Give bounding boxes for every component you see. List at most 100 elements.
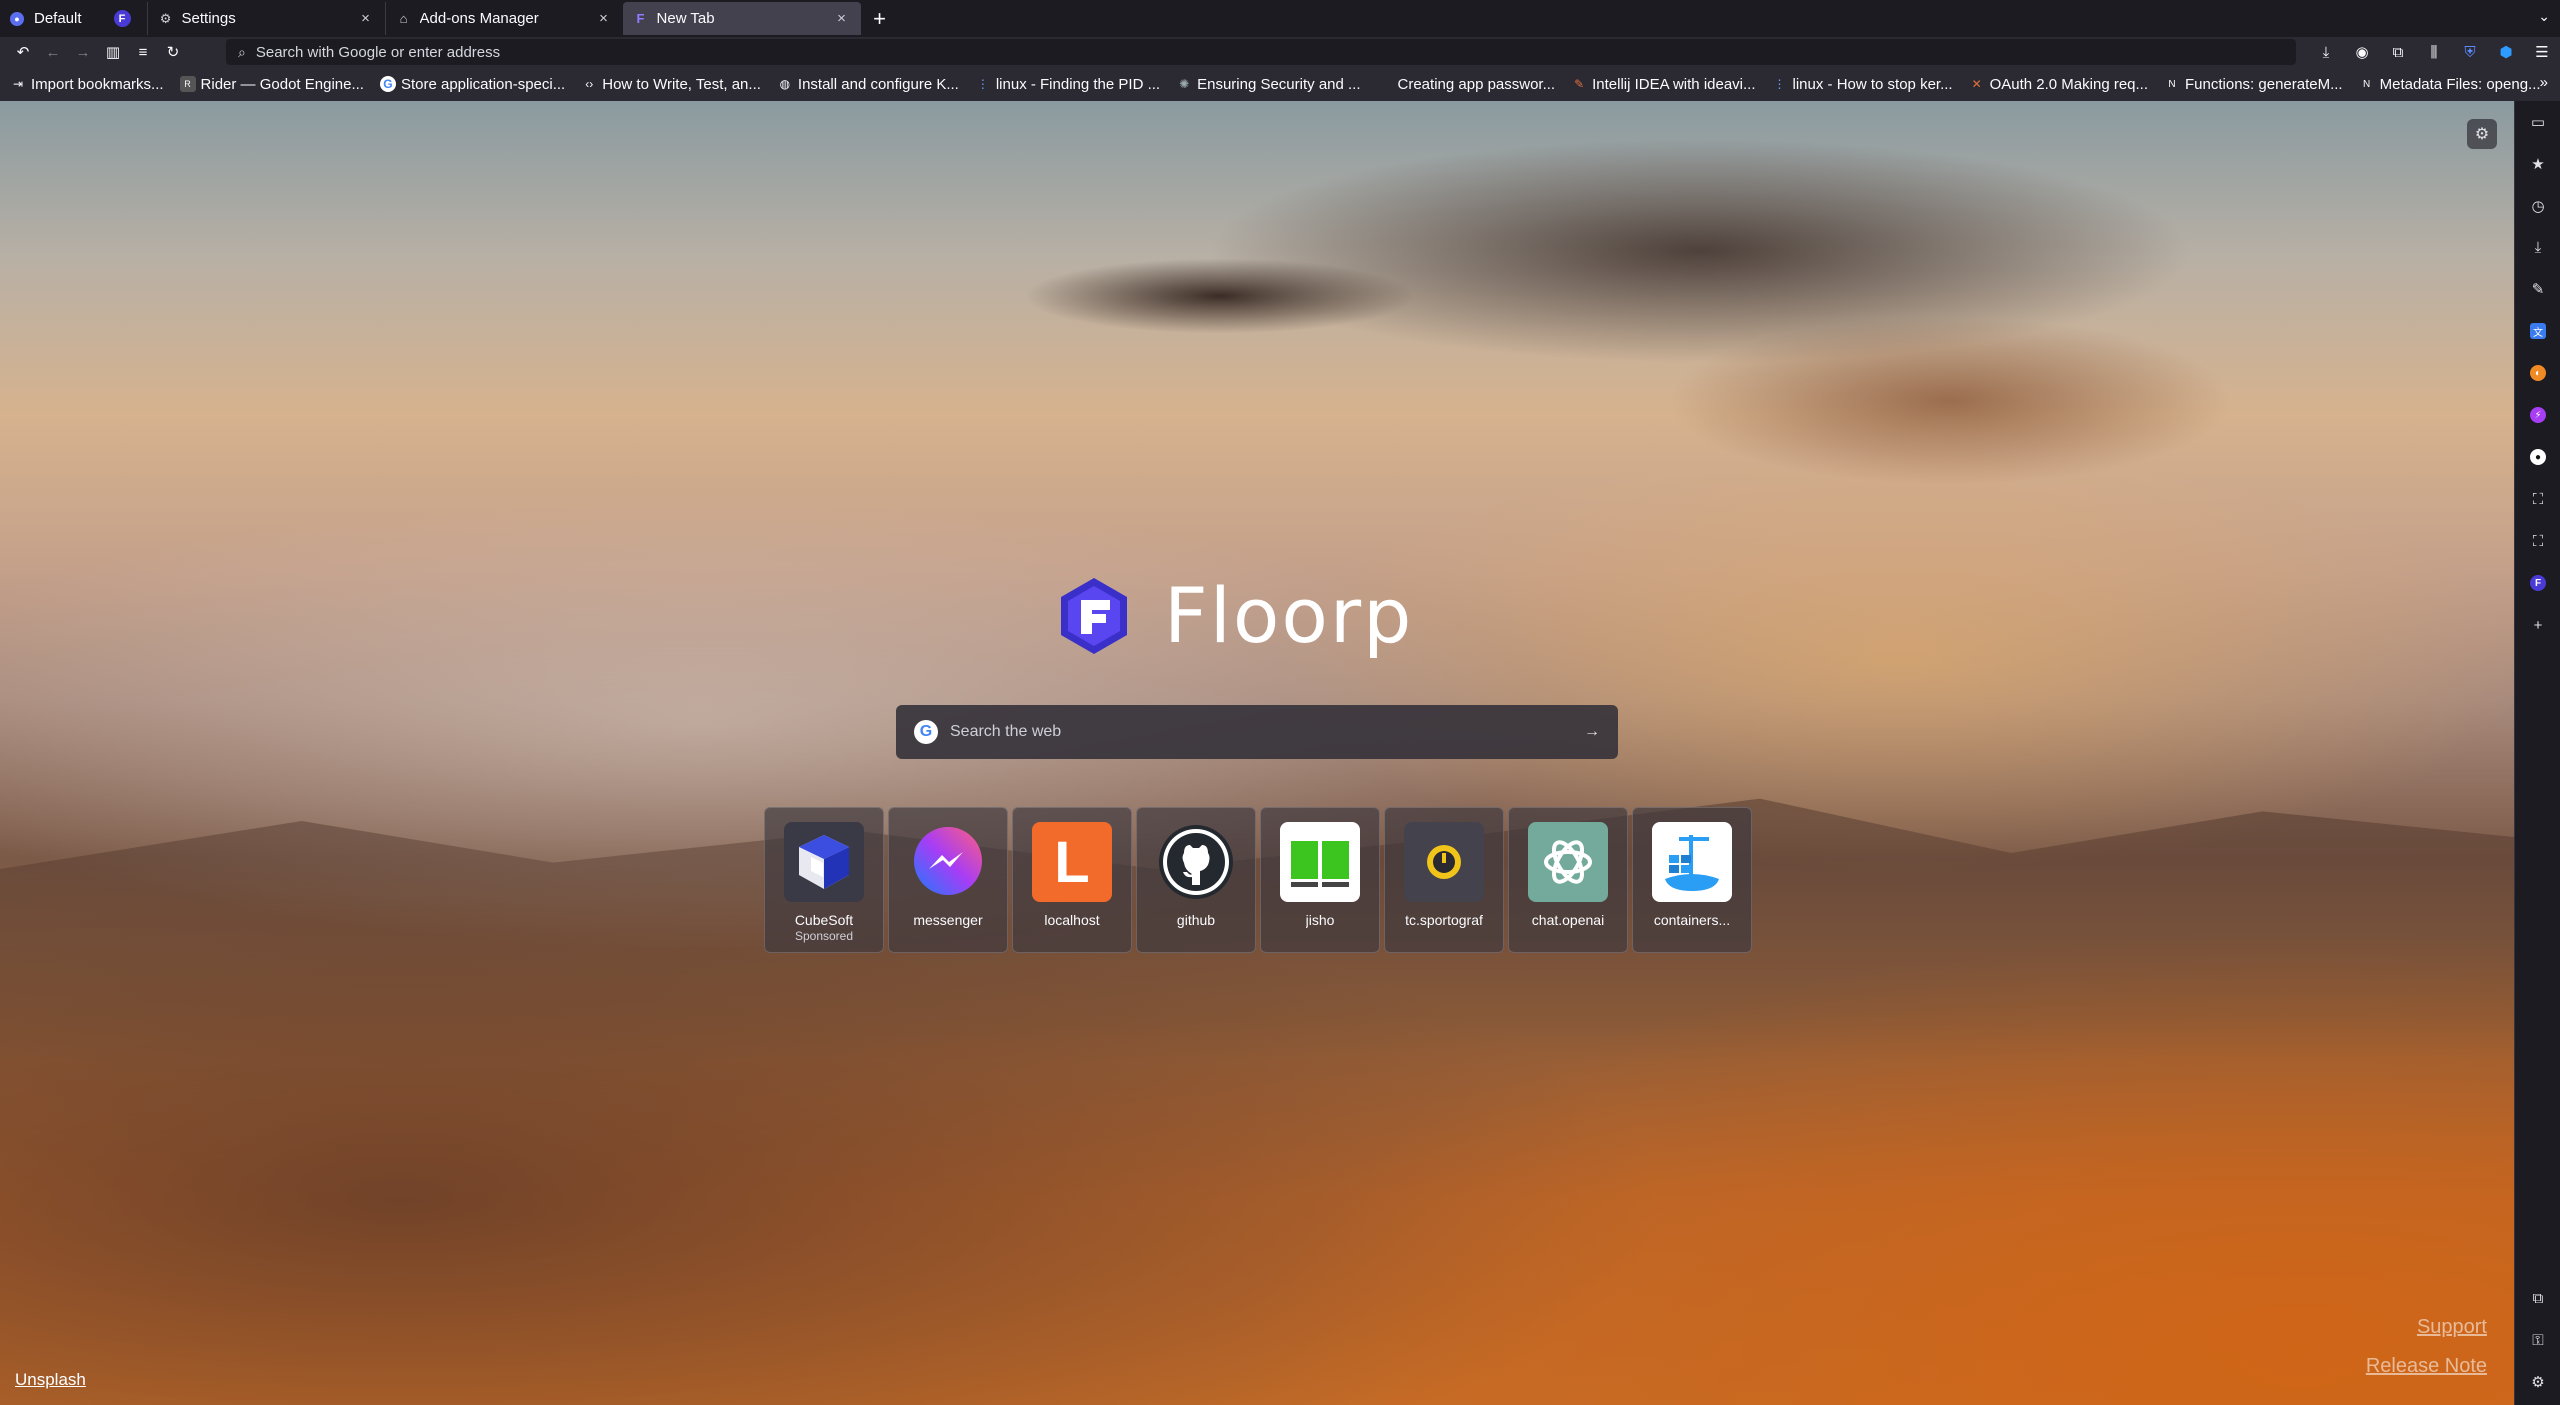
site-label: github [1176,912,1216,928]
top-site-chat-openai[interactable]: chat.openai [1508,807,1628,953]
url-input[interactable] [255,43,2056,61]
tab-title: Add-ons Manager [419,10,539,27]
stackexchange-icon: ⋮ [1773,77,1786,91]
key-icon[interactable]: ⚿ [2515,1325,2560,1355]
close-icon[interactable]: × [595,10,613,28]
floorp-icon[interactable]: F [2515,568,2560,598]
screenshot-icon[interactable]: ⛶ [2515,484,2560,514]
github-icon[interactable]: ● [2515,442,2560,472]
settings-gear-icon[interactable]: ⚙ [2515,1367,2560,1397]
screenshot-icon[interactable]: ⛶ [2515,526,2560,556]
url-bar[interactable]: ⌕ [226,39,2296,65]
new-tab-page: ⚙ Floorp G → CubeSoft Sponsored messenge… [0,101,2514,1405]
bookmark-item[interactable]: G Store application-speci... [379,76,565,93]
top-site-github[interactable]: github [1136,807,1256,953]
cubesoft-icon [784,822,864,902]
top-site-localhost[interactable]: L localhost [1012,807,1132,953]
bookmark-item[interactable]: ✎ Intellij IDEA with ideavi... [1571,76,1755,93]
bookmark-label: Creating app passwor... [1397,75,1556,93]
top-site-cubesoft[interactable]: CubeSoft Sponsored [764,807,884,953]
tab-settings[interactable]: ⚙ Settings × [146,2,385,35]
workspace-icon: ● [10,11,24,26]
extensions-icon[interactable]: ⧉ [2515,1283,2560,1313]
newtab-settings-gear-icon[interactable]: ⚙ [2467,119,2497,149]
tab-title: New Tab [656,10,715,27]
bookmark-item[interactable]: ⇥ Import bookmarks... [10,76,164,93]
workspace-switcher[interactable]: ● Default F [0,0,141,37]
tab-addons-manager[interactable]: ⌂ Add-ons Manager × [384,2,623,35]
chevron-down-icon[interactable]: ⌄ [2538,8,2550,25]
sidebar-panel-icon[interactable]: ▭ [2515,107,2560,137]
forward-icon[interactable]: → [68,39,98,65]
notion-icon: N [2362,78,2371,90]
account-icon[interactable]: ◉ [2344,39,2380,65]
floorp-branding: Floorp [1054,571,1413,660]
bookmark-item[interactable]: ✕ OAuth 2.0 Making req... [1969,76,2148,93]
support-link[interactable]: Support [2417,1316,2487,1339]
google-icon: G [379,76,396,92]
bookmark-item[interactable]: ⋮ linux - Finding the PID ... [975,76,1160,93]
extensions-icon[interactable]: ⧉ [2380,39,2416,65]
library-icon[interactable]: ⫼ [2416,39,2452,65]
release-note-link[interactable]: Release Note [2366,1355,2487,1378]
messenger-icon [908,822,988,902]
bookmark-item[interactable]: Creating app passwor... [1377,76,1556,93]
web-panel-orange-icon[interactable]: ◐ [2515,358,2560,388]
back-icon[interactable]: ← [38,39,68,65]
undo-close-tab-icon[interactable]: ↶ [8,39,38,65]
bookmarks-toolbar: ⇥ Import bookmarks... R Rider — Godot Engi… [0,67,2560,101]
bookmark-label: OAuth 2.0 Making req... [1989,75,2149,93]
bookmark-item[interactable]: N Functions: generateM... [2164,76,2342,93]
bookmark-item[interactable]: ◍ Install and configure K... [777,76,959,93]
bitwarden-icon[interactable]: ⛨ [2452,39,2488,65]
globe-icon: ◍ [779,77,791,91]
bookmark-item[interactable]: ‹› How to Write, Test, an... [581,76,761,93]
new-tab-button[interactable]: + [865,4,895,34]
bookmark-item[interactable]: ✺ Ensuring Security and ... [1176,76,1360,93]
messenger-icon[interactable]: ⚡ [2515,400,2560,430]
puzzle-icon: ⌂ [399,11,408,26]
web-search-box[interactable]: G → [896,705,1618,759]
search-input[interactable] [950,723,1584,741]
github-icon [1156,822,1236,902]
bookmark-label: linux - How to stop ker... [1792,75,1953,93]
tree-tabs-icon[interactable]: ≡ [128,39,158,65]
tab-new-tab[interactable]: F New Tab × [622,2,861,35]
downloads-icon[interactable]: ⤓ [2515,232,2560,262]
chevron-right-icon[interactable]: » [2540,74,2548,91]
top-sites: CubeSoft Sponsored messenger L localhost… [764,807,1752,953]
openai-icon [1528,822,1608,902]
tab-title: Settings [181,10,236,27]
bookmarks-star-icon[interactable]: ★ [2515,149,2560,179]
brand-title: Floorp [1164,571,1414,660]
history-icon[interactable]: ◷ [2515,191,2560,221]
unsplash-credit-link[interactable]: Unsplash [15,1370,86,1390]
bookmark-label: How to Write, Test, an... [602,75,761,93]
gear-icon: ✺ [1179,77,1190,91]
containers-icon [1652,822,1732,902]
menu-icon[interactable]: ☰ [2524,39,2560,65]
floorp-logo-icon: F [113,10,131,27]
add-panel-icon[interactable]: + [2515,610,2560,640]
arrow-right-icon[interactable]: → [1584,723,1600,741]
rider-icon: R [179,76,196,92]
sidebar-toggle-icon[interactable]: ▥ [98,39,128,65]
bookmark-item[interactable]: ⋮ linux - How to stop ker... [1772,76,1953,93]
bookmark-item[interactable]: R Rider — Godot Engine... [179,76,364,93]
reload-icon[interactable]: ↻ [158,39,188,65]
extension-blue-icon[interactable]: ⬢ [2488,39,2524,65]
site-label: CubeSoft [794,912,854,928]
bookmark-label: Import bookmarks... [31,75,164,93]
close-icon[interactable]: × [357,10,375,28]
stackexchange-icon: ⋮ [976,77,989,91]
downloads-icon[interactable]: ⤓ [2308,39,2344,65]
top-site-tc-sportograf[interactable]: tc.sportograf [1384,807,1504,953]
top-site-containers[interactable]: containers... [1632,807,1752,953]
close-icon[interactable]: × [833,10,851,28]
bookmark-item[interactable]: N Metadata Files: openg... [2359,76,2541,93]
bookmark-label: Ensuring Security and ... [1197,75,1361,93]
top-site-jisho[interactable]: jisho [1260,807,1380,953]
notes-pencil-icon[interactable]: ✎ [2515,274,2560,304]
translate-icon[interactable]: 文 [2515,316,2560,346]
top-site-messenger[interactable]: messenger [888,807,1008,953]
